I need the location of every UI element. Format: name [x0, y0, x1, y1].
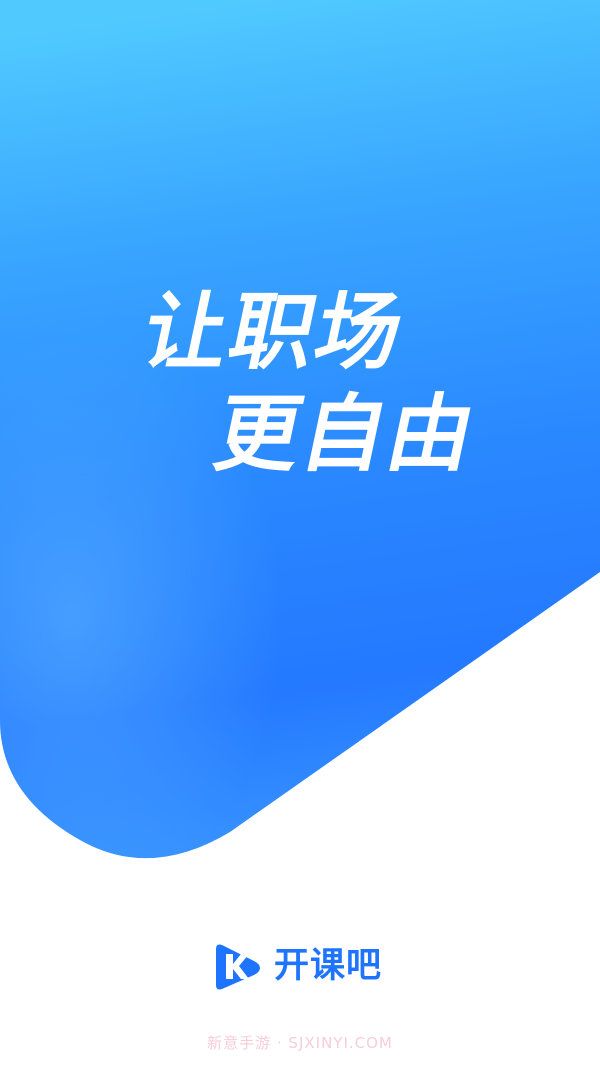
hero-background-shape [0, 0, 600, 859]
brand-logo-lockup: 开课吧 [210, 940, 382, 992]
brand-name: 开课吧 [274, 945, 383, 986]
splash-screen: 让职场 更自由 开课吧 新意手游 · SJXINYI.COM [0, 0, 600, 1067]
kaikeba-play-k-icon [216, 944, 260, 990]
watermark-text: 新意手游 · SJXINYI.COM [207, 1034, 393, 1052]
